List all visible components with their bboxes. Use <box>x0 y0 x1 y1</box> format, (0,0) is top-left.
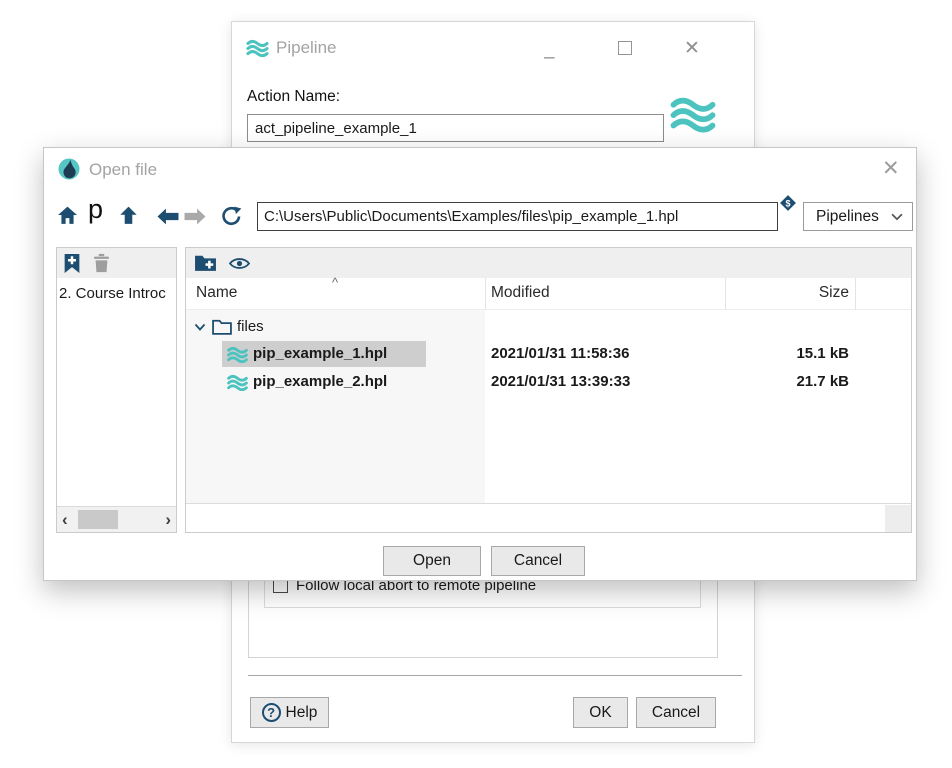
up-level-icon[interactable] <box>118 205 139 226</box>
bookmark-item[interactable]: 2. Course Introc <box>59 285 176 302</box>
ok-button[interactable]: OK <box>573 697 628 728</box>
cancel-button[interactable]: Cancel <box>636 697 716 728</box>
sort-ascending-icon: ^ <box>332 275 338 290</box>
column-separator <box>725 278 726 310</box>
tree-row-folder[interactable]: files <box>186 314 911 341</box>
file-name: pip_example_2.hpl <box>253 373 387 390</box>
chevron-down-icon <box>891 213 903 221</box>
open-file-dialog-title: Open file <box>89 160 157 180</box>
refresh-icon[interactable] <box>220 205 242 227</box>
file-path-input[interactable] <box>257 202 778 231</box>
close-icon[interactable]: ✕ <box>684 39 700 58</box>
cancel-button[interactable]: Cancel <box>491 546 585 576</box>
file-type-dropdown[interactable]: Pipelines <box>803 202 913 231</box>
file-name: pip_example_1.hpl <box>253 345 387 362</box>
scrollbar-thumb[interactable] <box>78 510 118 529</box>
file-size: 15.1 kB <box>726 345 849 362</box>
column-header-size[interactable]: Size <box>726 284 849 302</box>
scrollbar-corner <box>885 505 911 533</box>
pipeline-file-icon <box>227 346 248 363</box>
hop-logo-icon <box>57 157 81 181</box>
file-modified: 2021/01/31 11:58:36 <box>491 345 629 362</box>
back-icon[interactable] <box>157 208 179 225</box>
folder-icon <box>212 318 232 335</box>
scroll-left-icon[interactable]: ‹ <box>62 508 68 532</box>
file-browser-panel: Name ^ Modified Size files <box>185 247 912 533</box>
add-bookmark-icon[interactable] <box>63 253 81 274</box>
bookmarks-toolbar <box>57 248 176 278</box>
show-hidden-eye-icon[interactable] <box>228 256 251 271</box>
home-icon[interactable] <box>57 205 78 226</box>
help-button-label: Help <box>286 704 318 722</box>
open-button[interactable]: Open <box>383 546 481 576</box>
help-icon: ? <box>262 703 281 722</box>
new-folder-icon[interactable] <box>194 253 217 272</box>
help-button[interactable]: ? Help <box>250 697 329 728</box>
browser-toolbar <box>186 248 911 278</box>
svg-text:$: $ <box>785 198 790 208</box>
tree-row-file[interactable]: pip_example_2.hpl 2021/01/31 13:39:33 21… <box>186 369 911 396</box>
close-icon[interactable]: ✕ <box>882 156 900 181</box>
column-header-name[interactable]: Name <box>196 284 237 302</box>
file-type-value: Pipelines <box>816 208 891 226</box>
table-header: Name ^ Modified Size <box>186 278 911 310</box>
expander-chevron-icon[interactable] <box>193 320 207 334</box>
bookmarks-hscrollbar[interactable]: ‹ › <box>57 506 176 532</box>
forward-icon[interactable] <box>184 208 206 225</box>
pipeline-wave-icon <box>246 39 269 57</box>
project-home-icon[interactable]: p <box>88 196 103 223</box>
open-file-dialog: Open file ✕ p $ Pipelines <box>43 147 917 581</box>
action-name-field[interactable] <box>247 114 664 142</box>
browser-hscrollbar[interactable] <box>186 503 911 533</box>
delete-bookmark-icon[interactable] <box>93 253 110 273</box>
minimize-icon[interactable]: – <box>544 55 555 61</box>
tree-row-file[interactable]: pip_example_1.hpl 2021/01/31 11:58:36 15… <box>186 341 911 368</box>
file-modified: 2021/01/31 13:39:33 <box>491 373 630 390</box>
column-separator <box>485 278 486 310</box>
pipeline-file-icon <box>227 374 248 391</box>
action-name-label: Action Name: <box>247 88 340 106</box>
folder-name: files <box>237 318 264 335</box>
bookmarks-panel: 2. Course Introc ‹ › <box>56 247 177 533</box>
column-header-modified[interactable]: Modified <box>491 284 550 302</box>
scroll-right-icon[interactable]: › <box>165 508 171 532</box>
maximize-icon[interactable] <box>618 41 632 55</box>
column-separator <box>855 278 856 310</box>
pipeline-dialog-title: Pipeline <box>276 38 337 58</box>
file-size: 21.7 kB <box>726 373 849 390</box>
pipeline-big-wave-icon <box>670 92 716 136</box>
variable-icon[interactable]: $ <box>779 194 797 212</box>
footer-separator <box>248 675 742 676</box>
